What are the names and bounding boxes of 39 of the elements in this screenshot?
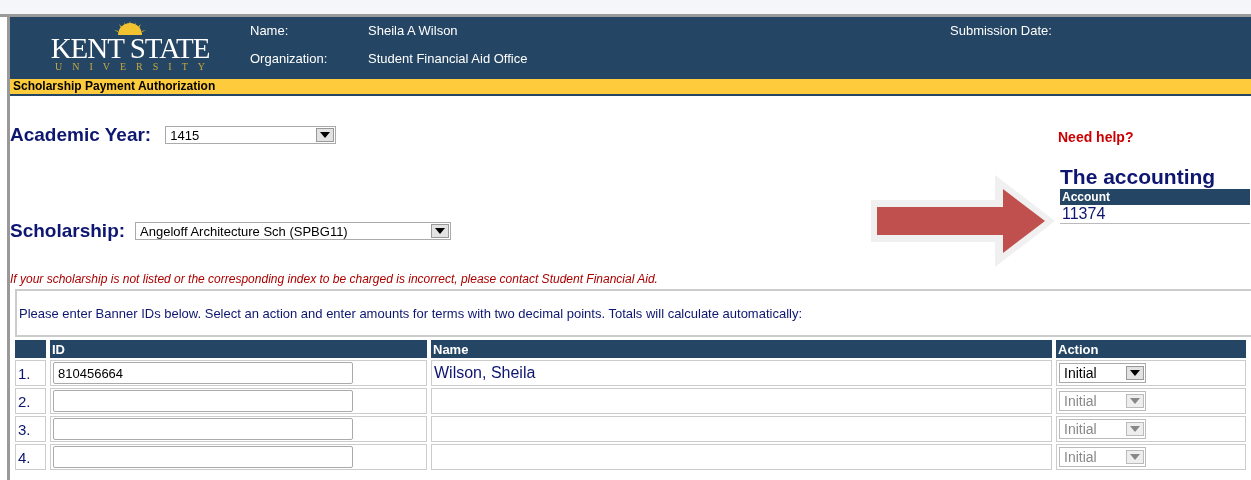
id-input[interactable] <box>53 390 353 412</box>
caret-icon <box>435 228 446 234</box>
scholarship-dropdown[interactable]: Angeloff Architecture Sch (SPBG11) <box>135 222 452 240</box>
action-dropdown[interactable]: Initial <box>1059 363 1146 383</box>
accounting-heading: The accounting <box>1060 165 1217 189</box>
column-header: ID <box>50 340 427 358</box>
submission-date-label: Submission Date: <box>950 23 1052 38</box>
column-header: Action <box>1056 340 1246 358</box>
logo-subtitle: UNIVERSITY <box>55 61 215 73</box>
field-value: Student Financial Aid Office <box>368 51 528 66</box>
caret-icon <box>320 132 331 138</box>
row-number: 3. <box>15 416 46 442</box>
row-number: 2. <box>15 388 46 414</box>
field-label: Organization: <box>250 51 329 66</box>
id-input[interactable] <box>53 418 353 440</box>
scholarship-label: Scholarship: <box>10 220 126 242</box>
academic-year-dropdown[interactable]: 1415 <box>165 126 337 144</box>
caret-icon <box>1130 426 1140 432</box>
id-input[interactable]: 810456664 <box>53 362 353 384</box>
field-value: Sheila A Wilson <box>368 23 458 38</box>
row-number: 4. <box>15 444 46 470</box>
row-number: 1. <box>15 360 46 386</box>
caret-icon <box>1130 454 1140 460</box>
sun-icon <box>113 21 147 35</box>
column-header: Name <box>431 340 1052 358</box>
caret-icon <box>1130 370 1140 376</box>
name-cell: Wilson, Sheila <box>434 364 536 381</box>
instructions-text: Please enter Banner IDs below. Select an action and enter amounts for terms with two decimal points. Totals will calculate automatically: <box>19 305 803 321</box>
account-column-header: Account <box>1060 189 1250 205</box>
table-header-cell <box>15 340 46 358</box>
academic-year-label: Academic Year: <box>10 124 152 146</box>
id-input[interactable] <box>53 446 353 468</box>
help-link[interactable]: Need help? <box>1058 129 1250 145</box>
notice-text: If your scholarship is not listed or the corresponding index to be charged is incorrect, please contact Student Financial Aid. <box>10 271 659 287</box>
field-label: Name: <box>250 23 290 38</box>
page-title: Scholarship Payment Authorization <box>13 79 216 93</box>
caret-icon <box>1130 398 1140 404</box>
logo-wordmark: KENT STATE <box>50 35 210 61</box>
account-value: 11374 <box>1060 205 1250 224</box>
